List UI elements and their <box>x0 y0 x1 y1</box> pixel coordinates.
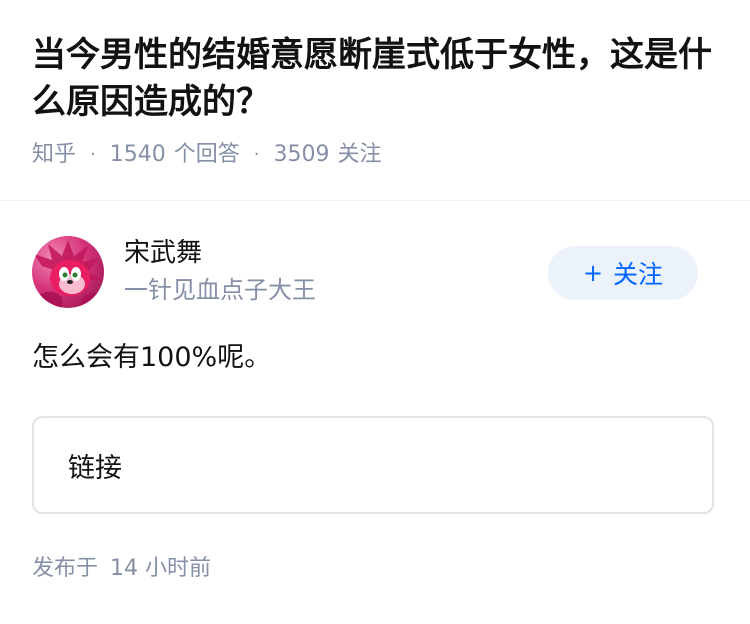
published-info: 发布于 14 小时前 <box>32 554 718 584</box>
author-bio: 一针见血点子大王 <box>124 276 316 304</box>
answer-content: 怎么会有100%呢。 <box>32 342 272 373</box>
section-divider <box>0 200 750 201</box>
published-label: 发布于 <box>32 556 99 581</box>
avatar-pink-hedgehog-icon <box>34 240 102 308</box>
question-title[interactable]: 当今男性的结婚意愿断崖式低于女性，这是什么原因造成的？ <box>32 32 718 126</box>
follow-button-label: 关注 <box>613 260 664 289</box>
follow-button[interactable]: + 关注 <box>548 246 698 300</box>
avatar[interactable] <box>32 236 104 308</box>
meta-separator: · <box>90 144 96 165</box>
plus-icon: + <box>582 259 604 287</box>
author-row: 宋武舞 一针见血点子大王 + 关注 <box>32 236 718 308</box>
answer-count-label[interactable]: 个回答 <box>174 140 240 170</box>
question-header: 当今男性的结婚意愿断崖式低于女性，这是什么原因造成的？ 知乎 · 1540 个回… <box>0 0 750 170</box>
link-card[interactable]: 链接 <box>32 416 714 514</box>
author-info: 宋武舞 一针见血点子大王 <box>124 236 316 306</box>
link-card-label: 链接 <box>68 452 122 484</box>
author-name[interactable]: 宋武舞 <box>124 236 316 270</box>
page: 当今男性的结婚意愿断崖式低于女性，这是什么原因造成的？ 知乎 · 1540 个回… <box>0 0 750 624</box>
question-meta: 知乎 · 1540 个回答 · 3509 关注 <box>32 140 718 170</box>
meta-separator: · <box>253 144 260 165</box>
published-time: 14 小时前 <box>110 556 212 581</box>
answer-count: 1540 <box>109 142 166 167</box>
follower-count-label: 关注 <box>337 142 382 167</box>
follower-count: 3509 <box>273 142 330 167</box>
answer-card: 宋武舞 一针见血点子大王 + 关注 怎么会有100%呢。 链接 发布于 14 小时… <box>32 236 718 584</box>
source-label[interactable]: 知乎 <box>32 140 76 170</box>
